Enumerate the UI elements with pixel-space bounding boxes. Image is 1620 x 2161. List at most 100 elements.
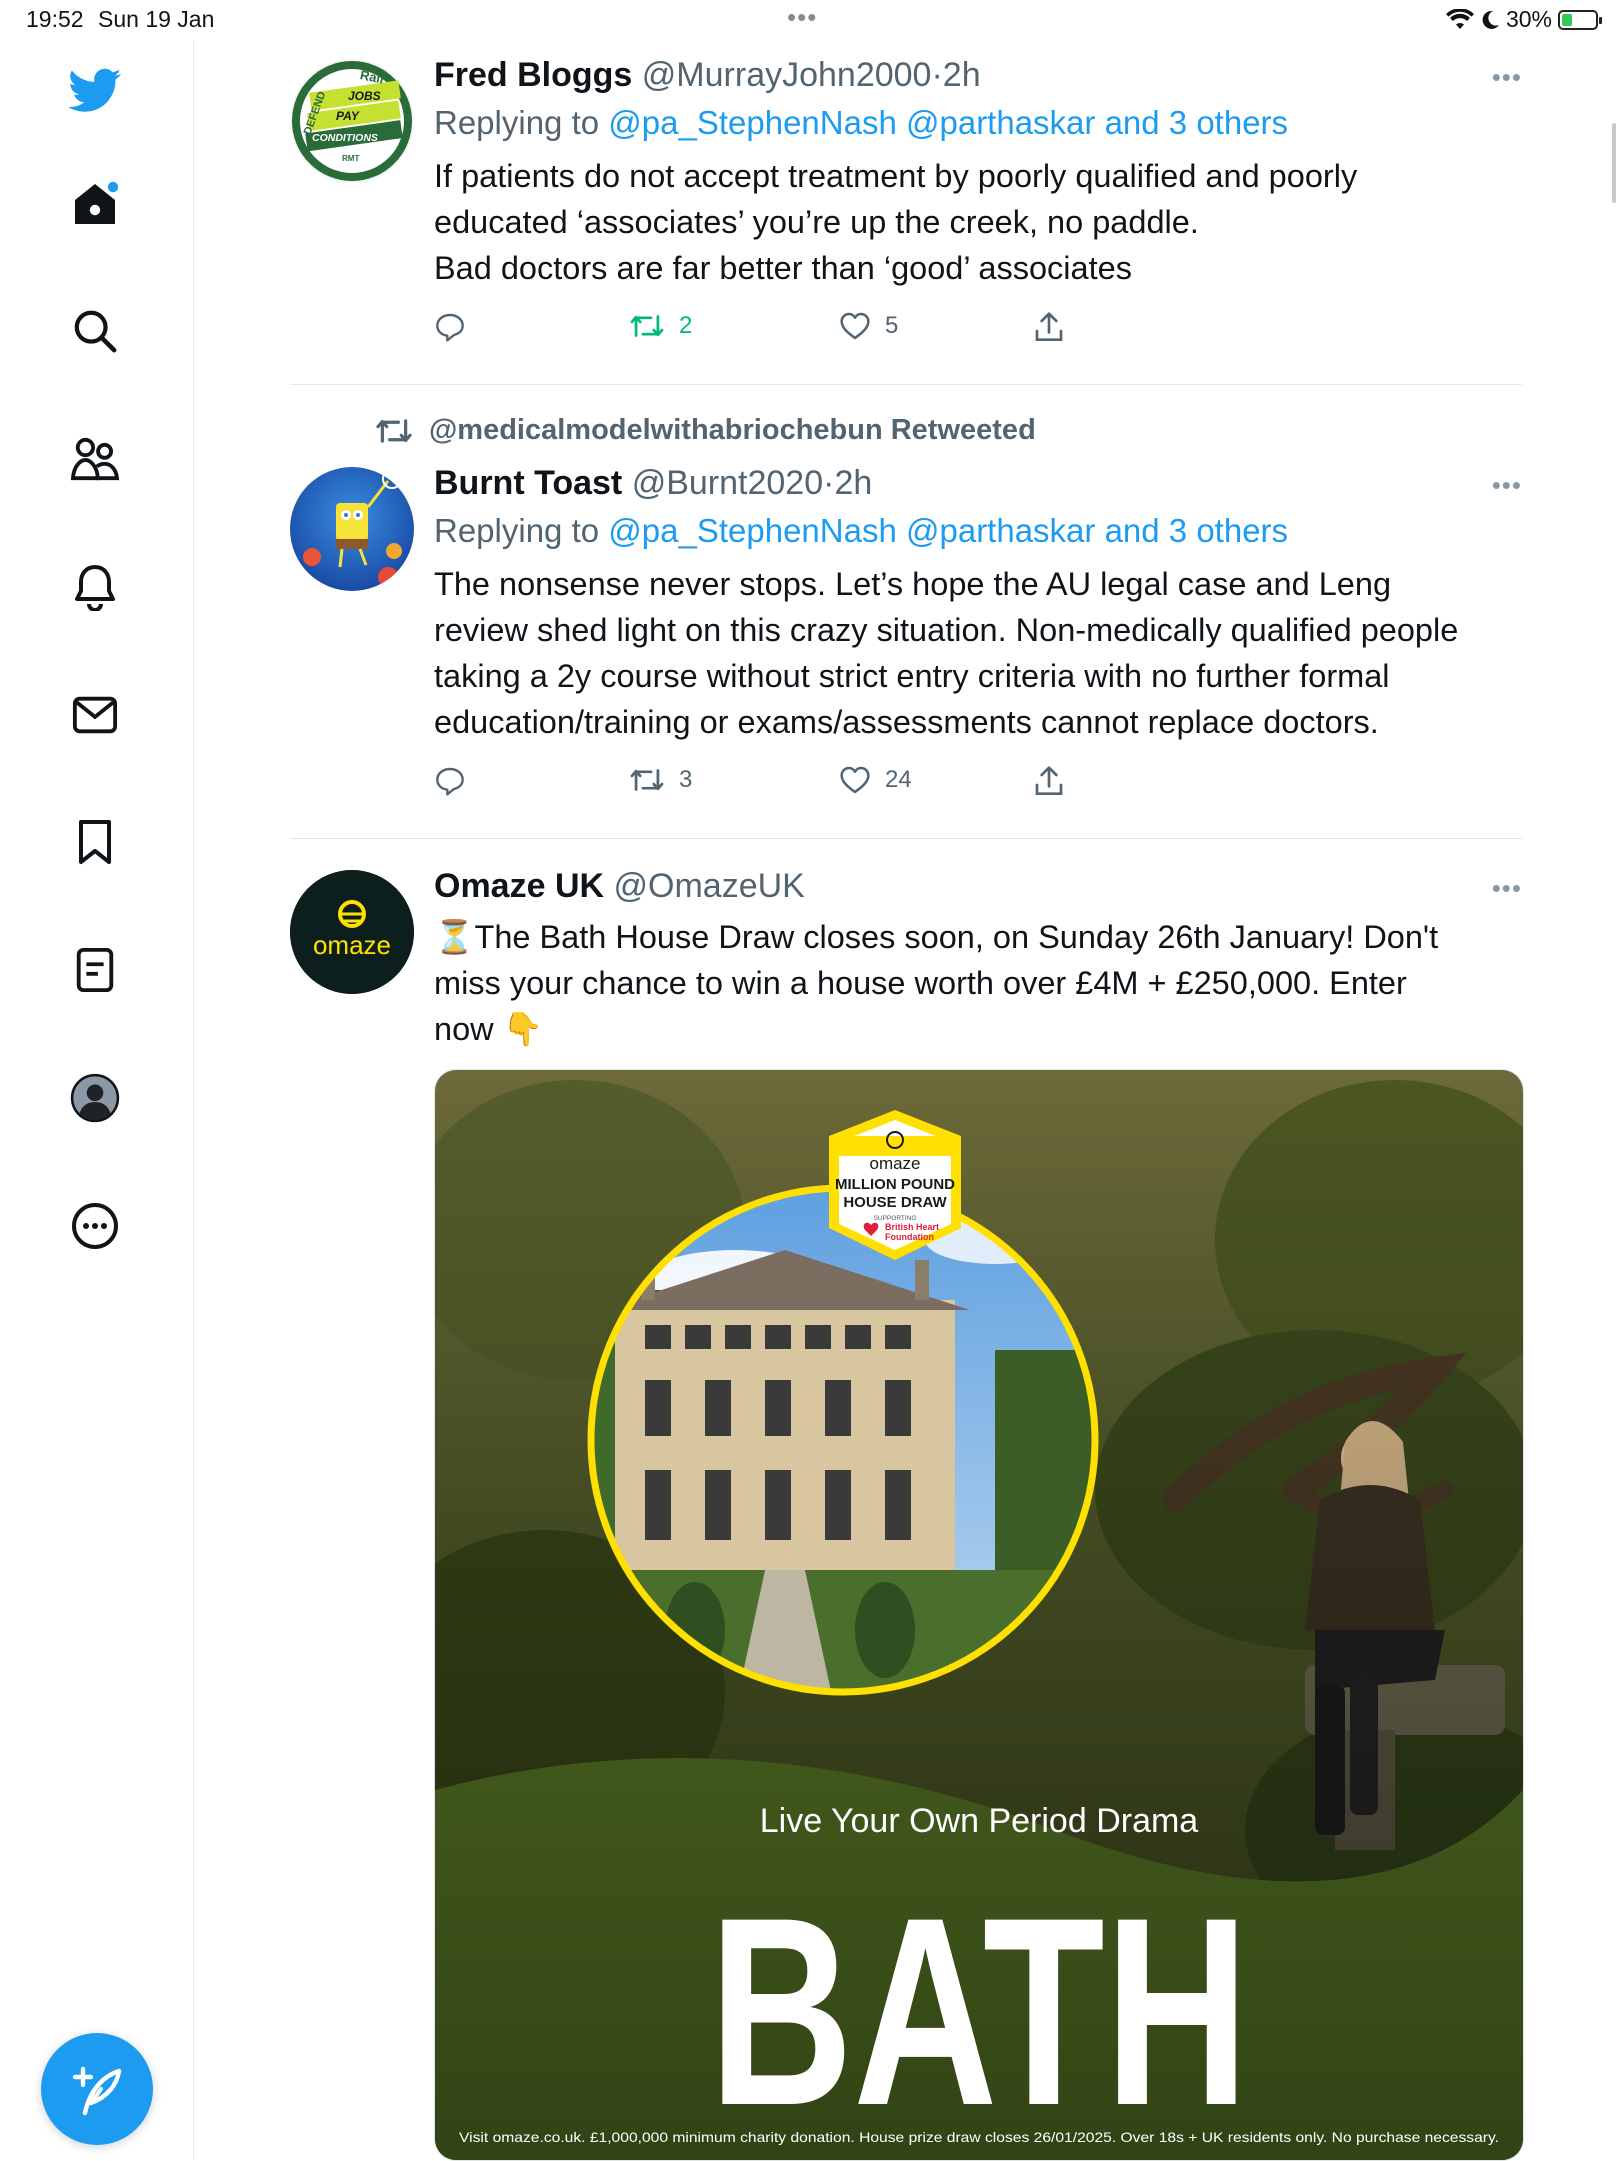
share-icon xyxy=(1035,766,1063,795)
display-name[interactable]: Fred Bloggs xyxy=(434,56,632,94)
share-button[interactable] xyxy=(1034,311,1064,343)
compose-icon xyxy=(72,2066,122,2116)
more-options-icon[interactable]: ••• xyxy=(1492,875,1522,901)
badge-charity-line-2: Foundation xyxy=(885,1232,934,1242)
badge-supporting: SUPPORTING xyxy=(874,1215,917,1222)
omaze-avatar-label: omaze xyxy=(313,930,391,960)
share-button[interactable] xyxy=(1034,765,1064,797)
tweet-text-line: review shed light on this crazy situatio… xyxy=(434,612,1459,648)
timestamp[interactable]: 2h xyxy=(943,56,981,94)
badge-title-line-1: MILLION POUND xyxy=(835,1176,955,1193)
avatar-text-conditions: CONDITIONS xyxy=(312,132,378,144)
separator: · xyxy=(931,56,943,94)
scroll-indicator[interactable] xyxy=(1612,123,1616,203)
user-handle[interactable]: @MurrayJohn2000 xyxy=(642,56,932,94)
tweet-actions: 2 5 xyxy=(434,311,1522,351)
reply-icon xyxy=(436,313,464,342)
avatar-text-jobs: JOBS xyxy=(348,89,381,103)
battery-icon xyxy=(1558,9,1602,30)
reply-button[interactable] xyxy=(434,311,466,343)
tweet-header: Fred Bloggs @MurrayJohn2000·2h xyxy=(434,55,1522,95)
display-name[interactable]: Omaze UK xyxy=(434,867,604,905)
retweeted-banner[interactable]: @medicalmodelwithabriochebun Retweeted xyxy=(375,414,1036,447)
status-right: 30% xyxy=(1445,6,1602,33)
tweet-header: Omaze UK @OmazeUK xyxy=(434,866,1522,906)
like-count: 24 xyxy=(885,766,912,793)
messages-icon[interactable] xyxy=(66,686,124,744)
tweet-actions: 3 24 xyxy=(434,765,1522,805)
tweet-text-line: miss your chance to win a house worth ov… xyxy=(434,965,1407,1001)
heart-icon xyxy=(840,766,870,794)
multitasking-dots-icon[interactable]: ••• xyxy=(787,2,817,33)
timestamp[interactable]: 2h xyxy=(834,464,872,502)
avatar[interactable] xyxy=(290,467,414,591)
sidebar xyxy=(0,40,194,2160)
like-button[interactable]: 24 xyxy=(839,765,912,795)
like-button[interactable]: 5 xyxy=(839,311,898,341)
avatar-text-pay: PAY xyxy=(336,109,360,123)
promo-image[interactable]: omaze MILLION POUND HOUSE DRAW SUPPORTIN… xyxy=(434,1069,1524,2161)
media-tagline: Live Your Own Period Drama xyxy=(760,1802,1199,1840)
tweet-text-line: Bad doctors are far better than ‘good’ a… xyxy=(434,250,1132,286)
lists-icon[interactable] xyxy=(66,941,124,999)
tweet-text: The nonsense never stops. Let’s hope the… xyxy=(434,561,1522,745)
like-count: 5 xyxy=(885,312,899,339)
tweet-text: ⏳The Bath House Draw closes soon, on Sun… xyxy=(434,914,1522,1052)
tweet-text: If patients do not accept treatment by p… xyxy=(434,153,1522,291)
search-icon[interactable] xyxy=(66,302,124,360)
retweet-icon xyxy=(630,315,664,337)
tweet-divider xyxy=(290,838,1522,839)
user-handle[interactable]: @OmazeUK xyxy=(614,867,805,905)
tweet-text-line: now 👇 xyxy=(434,1011,544,1047)
badge-brand: omaze xyxy=(869,1154,920,1173)
bookmarks-icon[interactable] xyxy=(66,813,124,871)
retweet-button[interactable]: 2 xyxy=(629,311,692,341)
replying-prefix: Replying to xyxy=(434,104,600,141)
status-bar: 19:52 Sun 19 Jan ••• 30% xyxy=(0,0,1620,40)
moon-icon xyxy=(1482,10,1499,29)
tweet-divider xyxy=(290,384,1522,385)
tweet-text-line: The nonsense never stops. Let’s hope the… xyxy=(434,566,1392,602)
replying-prefix: Replying to xyxy=(434,512,600,549)
reply-button[interactable] xyxy=(434,765,466,797)
avatar[interactable]: JOBS PAY CONDITIONS RMT DEFEND Rail xyxy=(290,59,414,183)
media-headline: BATH xyxy=(709,1861,1249,2160)
battery-percent: 30% xyxy=(1505,6,1552,32)
heart-icon xyxy=(840,312,870,340)
replying-to: Replying to @pa_StephenNash @parthaskar … xyxy=(434,511,1522,551)
more-icon[interactable] xyxy=(66,1197,124,1255)
tweet-text-line: If patients do not accept treatment by p… xyxy=(434,158,1358,194)
tweet-header: Burnt Toast @Burnt2020·2h xyxy=(434,463,1522,503)
avatar[interactable]: omaze xyxy=(290,870,414,994)
tweet-text-line: educated ‘associates’ you’re up the cree… xyxy=(434,204,1199,240)
twitter-logo-icon[interactable] xyxy=(66,62,124,120)
tweet-text-line: ⏳The Bath House Draw closes soon, on Sun… xyxy=(434,919,1439,955)
notifications-icon[interactable] xyxy=(66,558,124,616)
more-options-icon[interactable]: ••• xyxy=(1492,472,1522,498)
retweet-count: 2 xyxy=(679,312,693,339)
replying-to: Replying to @pa_StephenNash @parthaskar … xyxy=(434,103,1522,143)
avatar-text-rmt: RMT xyxy=(342,154,359,163)
communities-icon[interactable] xyxy=(66,430,124,488)
home-icon[interactable] xyxy=(66,175,124,233)
badge-title-line-2: HOUSE DRAW xyxy=(843,1194,947,1211)
profile-icon[interactable] xyxy=(66,1069,124,1127)
media-disclaimer: Visit omaze.co.uk. £1,000,000 minimum ch… xyxy=(459,2129,1499,2145)
retweeted-by-text: @medicalmodelwithabriochebun Retweeted xyxy=(429,414,1036,446)
status-date: Sun 19 Jan xyxy=(98,6,215,32)
retweet-icon xyxy=(630,769,664,791)
badge-charity-line-1: British Heart xyxy=(885,1222,939,1232)
retweet-button[interactable]: 3 xyxy=(629,765,692,795)
wifi-icon xyxy=(1445,8,1474,29)
retweet-count: 3 xyxy=(679,766,693,793)
replying-mentions-link[interactable]: @pa_StephenNash @parthaskar and 3 others xyxy=(608,512,1288,549)
tweet-text-line: education/training or exams/assessments … xyxy=(434,704,1379,740)
compose-button[interactable] xyxy=(41,2033,153,2145)
replying-mentions-link[interactable]: @pa_StephenNash @parthaskar and 3 others xyxy=(608,104,1288,141)
user-handle[interactable]: @Burnt2020 xyxy=(632,464,823,502)
status-time: 19:52 xyxy=(26,6,84,32)
reply-icon xyxy=(436,767,464,796)
retweet-icon xyxy=(376,418,412,443)
display-name[interactable]: Burnt Toast xyxy=(434,464,622,502)
more-options-icon[interactable]: ••• xyxy=(1492,64,1522,90)
